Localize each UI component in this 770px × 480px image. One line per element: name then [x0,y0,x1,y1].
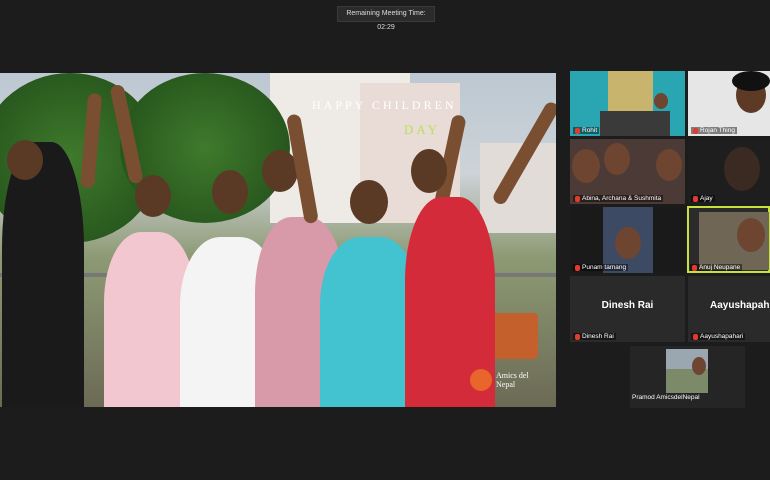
participant-face [656,149,682,181]
muted-mic-icon [575,127,580,134]
muted-mic-icon [575,333,580,340]
muted-mic-icon [693,195,698,202]
child-head [411,149,447,193]
participant-display-name: Dinesh Rai [601,300,654,311]
logo-text: Amics del Nepal [496,371,529,389]
participant-tile[interactable]: Aayushapah Aayushapahari [688,276,770,342]
participant-tile[interactable]: Abina, Archana & Sushmita [570,139,685,204]
video-feed [608,71,653,111]
participant-tile[interactable]: Pramod AmicsdelNepal [630,346,745,408]
participant-name-label: Ajay [691,195,715,202]
muted-mic-icon [575,264,580,271]
participant-hair [732,71,770,91]
participant-face [737,218,765,252]
participant-tile[interactable]: Dinesh Rai Dinesh Rai [570,276,685,342]
muted-mic-icon [575,195,580,202]
participant-display-name: Aayushapah [710,300,770,311]
participant-face [654,93,668,109]
participant-name-label: Anuj Neupane [690,264,743,271]
participant-tile[interactable]: Ajay [688,139,770,204]
participant-name-label: Aayushapahari [691,333,746,340]
video-feed [600,111,670,136]
muted-mic-icon [693,333,698,340]
remaining-time-badge: Remaining Meeting Time: 02:29 [337,6,435,31]
participant-tile[interactable]: Rohit [570,71,685,136]
video-title-overlay: HAPPY CHILDREN [312,98,457,112]
participant-avatar [666,349,708,393]
participant-name-label: Rohit [573,127,600,134]
participant-face [615,227,641,259]
child-head [212,170,248,214]
participant-name-label: Pramod AmicsdelNepal [632,394,700,401]
logo-icon [470,369,492,391]
child-head [350,180,388,224]
participant-face [724,147,760,191]
participant-face [572,149,600,183]
video-subtitle-overlay: DAY [404,122,440,137]
muted-mic-icon [692,264,697,271]
participant-name-label: Rojan Thing [691,127,737,134]
participant-face [604,143,630,175]
child-figure [2,142,84,407]
participant-tile-active-speaker[interactable]: Anuj Neupane [687,206,770,273]
amics-del-nepal-logo: Amics del Nepal [470,369,530,391]
participant-tile[interactable]: Punam tamang [570,207,685,273]
participant-tile[interactable]: Rojan Thing [688,71,770,136]
shared-screen-video[interactable]: HAPPY CHILDREN DAY Amics del Nepal [0,73,556,407]
muted-mic-icon [693,127,698,134]
participant-name-label: Abina, Archana & Sushmita [573,195,664,202]
participant-name-label: Dinesh Rai [573,333,616,340]
child-head [7,140,43,180]
flower-pot [488,313,538,359]
participant-name-label: Punam tamang [573,264,629,271]
participant-face [692,357,706,375]
